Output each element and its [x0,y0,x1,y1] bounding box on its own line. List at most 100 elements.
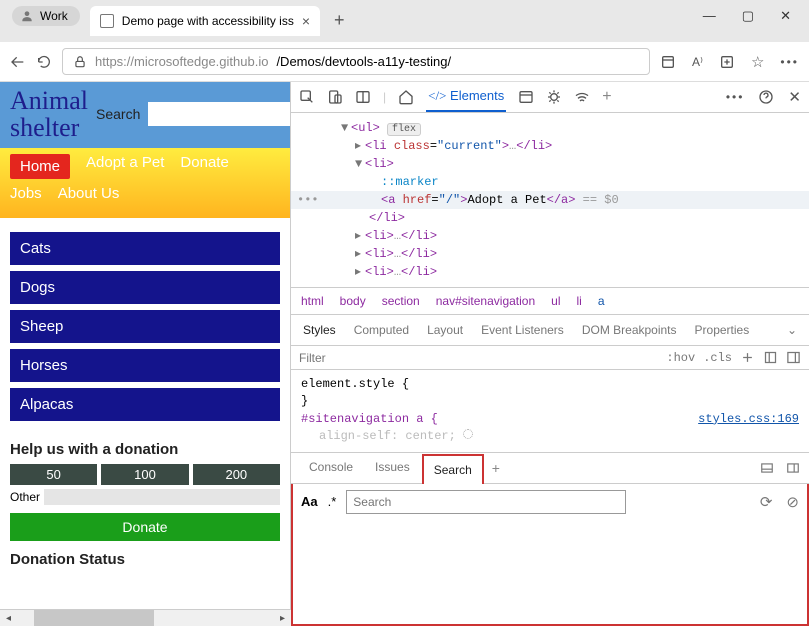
horizontal-scrollbar[interactable]: ◂▸ [0,609,291,626]
site-header: Animalshelter Search [0,82,290,148]
split-icon[interactable] [355,89,371,105]
url-input[interactable]: https://microsoftedge.github.io/Demos/de… [62,48,650,75]
other-input[interactable] [44,489,280,505]
donation-heading: Help us with a donation [0,435,290,464]
dock-icon[interactable] [759,461,775,475]
maximize-icon[interactable]: ▢ [742,8,754,24]
match-case-toggle[interactable]: Aa [301,494,318,509]
tab-styles[interactable]: Styles [303,323,336,337]
tab-elements[interactable]: </> Elements [426,82,506,112]
tab-properties[interactable]: Properties [695,323,750,337]
refresh-icon[interactable] [36,54,52,70]
styles-pane[interactable]: element.style { } #sitenavigation a {sty… [291,370,809,453]
add-drawer-tab-icon[interactable]: + [486,453,506,483]
chevron-down-icon[interactable]: ⌄ [787,323,797,337]
addrbar-actions: A⁾ ☆ ••• [660,53,799,71]
url-host: https://microsoftedge.github.io [95,54,268,69]
bug-icon[interactable] [546,89,562,105]
site-title: Animalshelter [10,87,88,142]
back-icon[interactable] [10,54,26,70]
drawer-tabs: Console Issues Search + [299,453,506,483]
breadcrumb[interactable]: htmlbodysectionnav#sitenavigationullia [291,287,809,314]
tab-eventlisteners[interactable]: Event Listeners [481,323,564,337]
minimize-icon[interactable]: — [703,8,716,24]
amount-200[interactable]: 200 [193,464,280,485]
tab-dombreakpoints[interactable]: DOM Breakpoints [582,323,677,337]
nav-home[interactable]: Home [10,154,70,179]
search-drawer-input[interactable] [346,490,626,514]
flexbox-icon[interactable] [763,350,778,365]
computed-sidebar-icon[interactable] [786,350,801,365]
donation-status-heading: Donation Status [0,545,290,574]
list-item[interactable]: Dogs [10,271,280,304]
devtools-pane: | </> Elements + ••• ✕ ▼<ul> flex ▸<li c… [291,82,809,626]
donate-button[interactable]: Donate [10,513,280,541]
app-icon[interactable] [660,54,676,70]
favicon-icon [100,14,114,28]
expand-icon[interactable] [785,461,801,475]
inspect-icon[interactable] [299,89,315,105]
tab-title: Demo page with accessibility iss [122,14,294,28]
hov-toggle[interactable]: :hov [666,351,695,365]
devtools-toolbar: | </> Elements + ••• ✕ [291,82,809,113]
tab-issues[interactable]: Issues [365,453,420,483]
new-tab-button[interactable]: + [330,6,349,35]
search-label: Search [96,106,140,122]
close-window-icon[interactable]: ✕ [780,8,791,24]
site-nav: Home Adopt a Pet Donate Jobs About Us [0,148,290,218]
search-drawer: Aa .* ⟳ ⊘ [291,484,809,626]
dom-tree[interactable]: ▼<ul> flex ▸<li class="current">…</li> ▼… [291,113,809,287]
profile-pill[interactable]: Work [12,6,80,26]
url-path: /Demos/devtools-a11y-testing/ [276,54,451,69]
device-icon[interactable] [327,89,343,105]
amount-50[interactable]: 50 [10,464,97,485]
favorite-icon[interactable]: ☆ [751,53,764,71]
source-link[interactable]: styles.css:169 [698,411,799,428]
styles-filter-row: :hov .cls [291,345,809,370]
devtools-more-icon[interactable]: ••• [726,90,745,104]
animal-list: Cats Dogs Sheep Horses Alpacas [0,218,290,435]
selected-node[interactable]: ••• <a href="/">Adopt a Pet</a> == $0 [291,191,809,209]
window-titlebar: Work Demo page with accessibility iss × … [0,0,809,42]
home-icon[interactable] [398,89,414,105]
donation-amounts: 50 100 200 [0,464,290,485]
tab-console[interactable]: Console [299,453,363,483]
tab-layout[interactable]: Layout [427,323,463,337]
cls-toggle[interactable]: .cls [703,351,732,365]
address-bar: https://microsoftedge.github.io/Demos/de… [0,42,809,82]
site-search-input[interactable] [148,102,291,126]
collections-icon[interactable] [719,54,735,70]
nav-adopt[interactable]: Adopt a Pet [86,154,164,179]
other-label: Other [10,490,40,504]
clear-search-icon[interactable]: ⊘ [786,493,799,511]
app-tab-icon[interactable] [518,89,534,105]
network-icon[interactable] [574,89,590,105]
new-rule-icon[interactable] [740,350,755,365]
help-icon[interactable] [758,89,774,105]
close-tab-icon[interactable]: × [302,13,310,29]
regex-toggle[interactable]: .* [328,494,337,509]
styles-filter-input[interactable] [299,351,658,365]
nav-about[interactable]: About Us [58,185,120,202]
read-aloud-icon[interactable]: A⁾ [692,55,703,69]
more-tabs-icon[interactable]: + [602,88,611,106]
more-icon[interactable]: ••• [780,55,799,69]
list-item[interactable]: Cats [10,232,280,265]
person-icon [20,9,34,23]
nav-jobs[interactable]: Jobs [10,185,42,202]
tab-search[interactable]: Search [422,454,484,484]
close-devtools-icon[interactable]: ✕ [788,88,801,106]
list-item[interactable]: Sheep [10,310,280,343]
refresh-search-icon[interactable]: ⟳ [760,493,773,511]
list-item[interactable]: Horses [10,349,280,382]
lock-icon [73,55,87,69]
profile-label: Work [40,9,68,23]
nav-donate[interactable]: Donate [180,154,228,179]
browser-tab[interactable]: Demo page with accessibility iss × [90,6,320,36]
list-item[interactable]: Alpacas [10,388,280,421]
window-controls: — ▢ ✕ [685,6,809,24]
styles-tabs: Styles Computed Layout Event Listeners D… [291,314,809,345]
tab-computed[interactable]: Computed [354,323,409,337]
amount-100[interactable]: 100 [101,464,188,485]
page-viewport: Animalshelter Search Home Adopt a Pet Do… [0,82,291,626]
